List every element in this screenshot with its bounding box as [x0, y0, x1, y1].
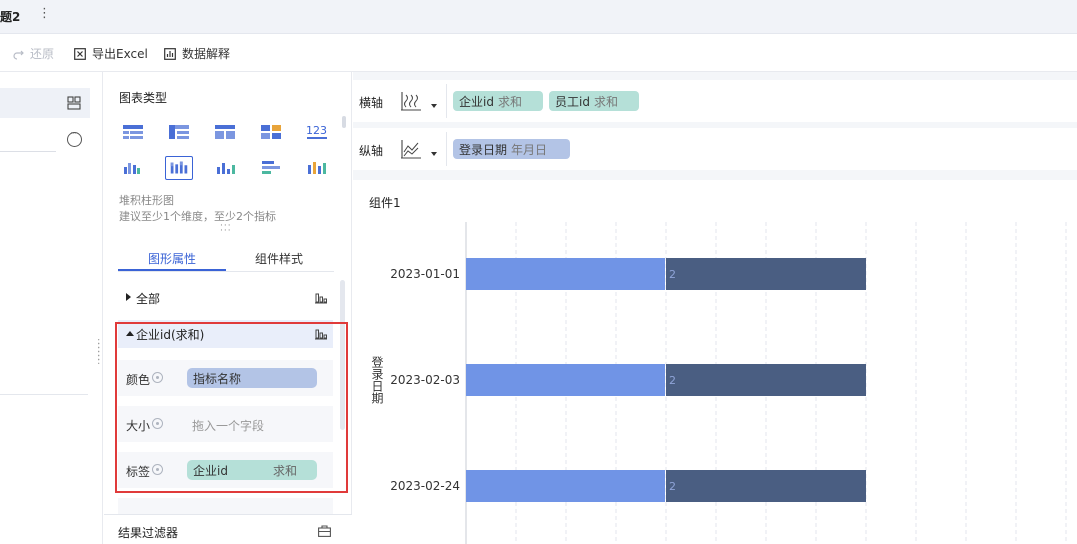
data-explain-button[interactable]: 数据解释: [164, 45, 230, 62]
bar-segment: [666, 258, 866, 290]
search-underline: [0, 151, 56, 152]
card-chart-icon[interactable]: [259, 122, 283, 142]
y-axis-bar: 纵轴 登录日期 年月日: [353, 128, 1077, 170]
data-label: 2: [669, 268, 676, 281]
y-axis-label: 纵轴: [359, 144, 384, 158]
category-label: 2023-02-03: [390, 373, 460, 387]
chart-types-title: 图表类型: [119, 91, 168, 105]
layout-icon[interactable]: [67, 96, 81, 110]
result-filter-bar: 结果过滤器: [104, 514, 352, 544]
stacked-bar-chart: 登录日期 2023-01-01 2 2023-02-03 2 2023-02-24 2: [370, 222, 1067, 544]
x-field-name: 员工id: [555, 95, 590, 109]
data-label: 2: [669, 374, 676, 387]
x-field-pill-2[interactable]: 员工id 求和: [549, 91, 639, 111]
x-axis-bar: 横轴 企业id 求和 员工id 求和: [353, 80, 1077, 122]
bar-chart-icon[interactable]: [213, 157, 237, 177]
bar-segment: [466, 364, 665, 396]
more-icon[interactable]: [67, 129, 82, 147]
group-all[interactable]: 全部: [118, 284, 333, 312]
horizontal-bar-icon[interactable]: [259, 157, 283, 177]
redo-icon: [13, 50, 24, 60]
data-explain-label: 数据解释: [182, 47, 231, 61]
export-excel-label: 导出Excel: [92, 47, 148, 61]
property-tabs: 图形属性 组件样式: [118, 240, 334, 272]
caret-down-icon[interactable]: [431, 152, 437, 156]
x-axis-icon[interactable]: [399, 90, 423, 112]
y-axis-icon[interactable]: [399, 138, 423, 160]
x-field-agg: 求和: [497, 95, 522, 109]
chart-type-name: 堆积柱形图: [119, 194, 174, 207]
result-filter-label: 结果过滤器: [118, 526, 179, 540]
chart-card: 组件1 登录日期 2023-01-01 2 2023-02-03 2 2023-02-24…: [353, 180, 1077, 544]
x-field-pill-1[interactable]: 企业id 求和: [453, 91, 543, 111]
svg-text:123: 123: [306, 124, 327, 137]
tab-graphic-properties[interactable]: 图形属性: [148, 250, 196, 267]
x-field-name: 企业id: [459, 95, 494, 109]
divider: [446, 84, 447, 118]
bar-segment: [666, 364, 866, 396]
x-field-agg: 求和: [593, 95, 618, 109]
bar-segment: [466, 258, 665, 290]
stacked-bar-icon[interactable]: [165, 156, 193, 180]
tab-component-style[interactable]: 组件样式: [255, 250, 303, 267]
y-field-name: 登录日期: [459, 143, 508, 157]
percent-bar-icon[interactable]: [305, 157, 329, 177]
kpi-number-icon[interactable]: 123: [305, 122, 329, 142]
data-label: 2: [669, 480, 676, 493]
redo-label: 还原: [30, 47, 55, 61]
y-field-pill[interactable]: 登录日期 年月日: [453, 139, 570, 159]
data-pane: [0, 72, 103, 544]
y-field-agg: 年月日: [511, 143, 548, 157]
export-excel-button[interactable]: 导出Excel: [74, 45, 148, 62]
bar-settings-icon[interactable]: [314, 291, 328, 304]
chart-area: 横轴 企业id 求和 员工id 求和 纵轴 登录日期 年月日 组件1 登录日期 2023…: [353, 72, 1077, 544]
caret-right-icon: [126, 293, 131, 301]
table-chart-icon[interactable]: [121, 122, 145, 142]
grouped-bar-icon[interactable]: [121, 157, 145, 177]
toolbar: 还原 导出Excel 数据解释: [0, 34, 1077, 72]
tab-title[interactable]: 题2: [0, 8, 20, 25]
more-vertical-icon[interactable]: ⋮: [38, 6, 51, 21]
divider: [446, 132, 447, 166]
category-label: 2023-02-24: [390, 479, 460, 493]
category-label: 2023-01-01: [390, 267, 460, 281]
resize-handle-icon[interactable]: ··· ···: [220, 222, 232, 236]
bar-segment: [666, 470, 866, 502]
x-axis-label: 横轴: [359, 96, 384, 110]
active-tab-indicator: [118, 269, 226, 271]
next-row-partial: [118, 498, 333, 514]
group-all-label: 全部: [136, 292, 161, 306]
excel-icon: [74, 47, 86, 60]
chart-type-hint: 建议至少1个维度，至少2个指标: [119, 210, 276, 223]
bar-segment: [466, 470, 665, 502]
cross-table-icon[interactable]: [167, 122, 191, 142]
redo-button[interactable]: 还原: [12, 45, 54, 62]
briefcase-icon[interactable]: [318, 525, 331, 537]
tab-bar: 题2 ⋮: [0, 0, 1077, 34]
caret-down-icon[interactable]: [431, 104, 437, 108]
detail-table-icon[interactable]: [213, 122, 237, 142]
selection-highlight-box: [115, 322, 348, 493]
chart-types-scrollbar[interactable]: [342, 116, 346, 128]
data-explain-icon: [164, 47, 176, 60]
y-axis-title: 登录日期: [370, 355, 384, 404]
divider: [0, 394, 88, 395]
